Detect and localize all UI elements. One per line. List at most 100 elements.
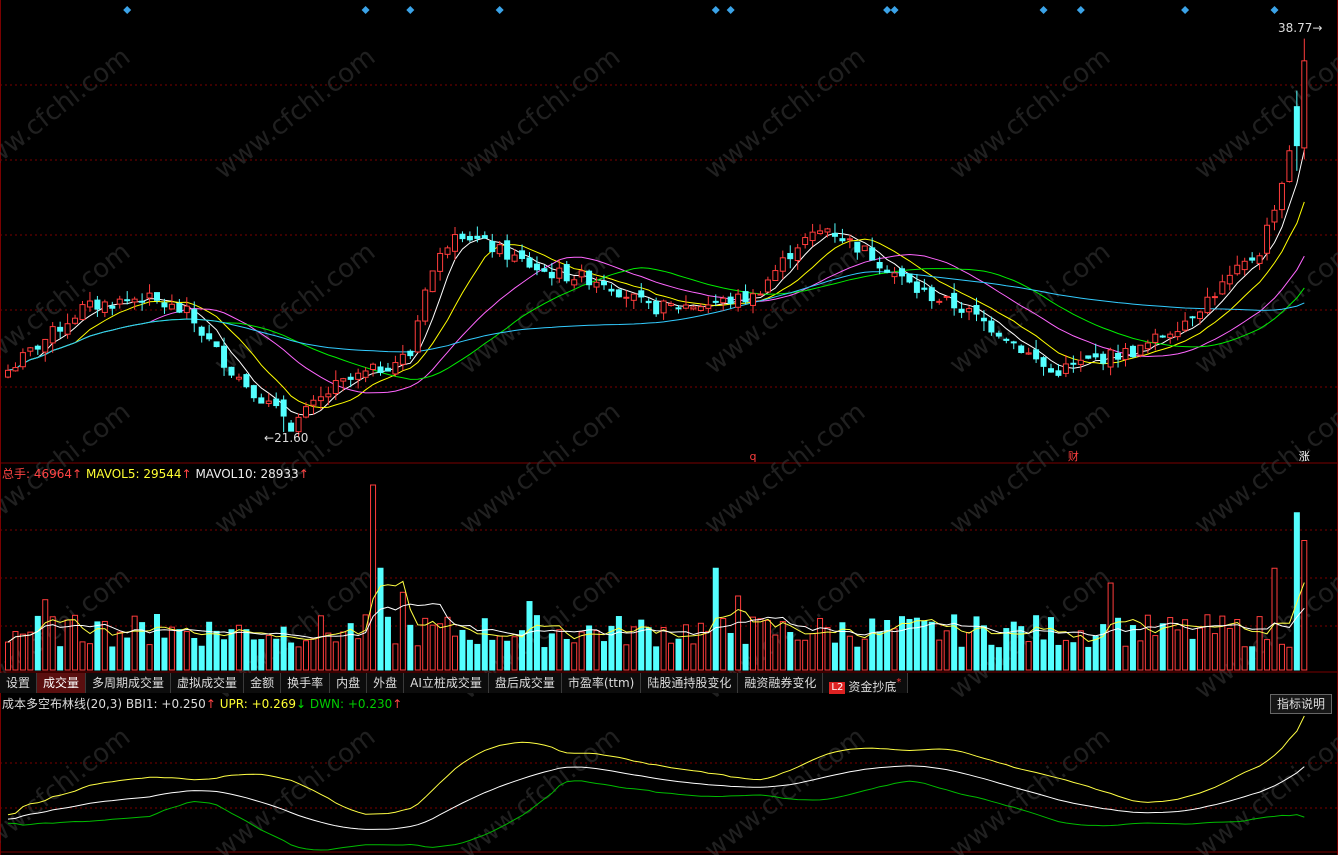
candle-body <box>198 326 205 336</box>
signal-diamond-icon <box>1076 6 1085 14</box>
candle-body <box>563 264 570 282</box>
candle-body <box>355 372 362 380</box>
tab-4[interactable]: 虚拟成交量 <box>171 673 245 693</box>
volume-bar <box>831 642 838 671</box>
volume-bar <box>1100 624 1107 671</box>
volume-bar <box>943 630 950 671</box>
candle-body <box>221 345 228 368</box>
candle-body <box>139 300 146 303</box>
volume-bar <box>1189 638 1196 671</box>
signal-diamond-icon <box>406 6 415 14</box>
candle-body <box>1174 331 1181 338</box>
candle-body <box>876 261 883 269</box>
candle-body <box>1129 345 1136 358</box>
candle-body <box>94 299 101 310</box>
volume-bar <box>772 634 779 671</box>
volume-bar <box>116 631 123 671</box>
volume-bar <box>1040 639 1047 671</box>
tab-6[interactable]: 换手率 <box>281 673 331 693</box>
volume-bar <box>265 634 272 671</box>
tab-7[interactable]: 内盘 <box>330 673 368 693</box>
volume-bar <box>325 632 332 671</box>
volume-bar <box>735 595 742 671</box>
volume-bar <box>995 647 1002 671</box>
tab-8[interactable]: 外盘 <box>367 673 405 693</box>
volume-bar <box>690 643 697 671</box>
volume-bar <box>466 639 473 671</box>
candle-body <box>1144 342 1151 350</box>
signal-diamond-icon <box>890 6 899 14</box>
candle-body <box>1152 333 1159 343</box>
tab-13[interactable]: 融资融券变化 <box>738 673 824 693</box>
volume-bar <box>817 617 824 671</box>
volume-bar <box>437 623 444 671</box>
candle-body <box>1003 338 1010 341</box>
tab-9[interactable]: AI立桩成交量 <box>404 673 489 693</box>
volume-bar <box>399 591 406 671</box>
volume-bar <box>1249 646 1256 671</box>
candle-body <box>757 293 764 296</box>
candle-body <box>414 320 421 353</box>
tab-14[interactable]: L2 资金抄底* <box>823 673 909 694</box>
volume-bar <box>876 631 883 671</box>
volume-bar <box>608 625 615 671</box>
tab-5[interactable]: 金额 <box>244 673 282 693</box>
indicator-legend: 成本多空布林线(20,3) BBI1: +0.250↑ UPR: +0.269↓… <box>2 697 403 711</box>
candle-body <box>928 287 935 302</box>
volume-bar <box>1159 623 1166 671</box>
bbi-line <box>7 765 1305 830</box>
tab-12[interactable]: 陆股通持股变化 <box>641 673 739 693</box>
candle-body <box>466 235 473 241</box>
candle-body <box>802 237 809 246</box>
volume-bar <box>221 639 228 671</box>
volume-bar <box>653 646 660 671</box>
candle-body <box>489 240 496 253</box>
candle-body <box>1264 224 1271 254</box>
candle-body <box>79 304 86 321</box>
tab-3[interactable]: 多周期成交量 <box>86 673 172 693</box>
watermark-text: www.cfchi.com <box>944 397 1116 541</box>
volume-bar <box>1204 614 1211 671</box>
tab-1[interactable]: 设置 <box>0 673 38 693</box>
candle-body <box>303 406 309 418</box>
tab-11[interactable]: 市盈率(ttm) <box>562 673 642 693</box>
candle-body <box>1219 281 1226 295</box>
volume-bar <box>154 614 160 671</box>
candle-body <box>437 252 444 272</box>
volume-bar <box>913 617 920 671</box>
upr-line <box>7 715 1305 816</box>
candle-body <box>1062 363 1069 374</box>
volume-bar <box>5 641 11 671</box>
volume-bar <box>1174 629 1181 671</box>
tab-label: 资金抄底 <box>848 680 897 694</box>
volume-bar <box>481 618 488 671</box>
volume-bar <box>623 644 630 671</box>
candle-body <box>325 393 332 398</box>
candle-body <box>891 272 898 278</box>
candle-body <box>1085 355 1092 359</box>
candle-body <box>809 231 816 242</box>
chart-canvas[interactable]: www.cfchi.com www.cfchi.com www.cfchi.com w… <box>0 0 1338 855</box>
watermark-layer: www.cfchi.com www.cfchi.com www.cfchi.com w… <box>0 42 1338 855</box>
volume-bar <box>936 639 943 671</box>
candle-body <box>258 397 265 404</box>
tab-10[interactable]: 盘后成交量 <box>489 673 562 693</box>
candle-body <box>116 298 123 305</box>
volume-bar <box>183 631 190 671</box>
volume-bar <box>854 646 861 671</box>
volume-bar <box>1062 639 1069 671</box>
tab-2[interactable]: 成交量 <box>37 673 87 693</box>
candle-body <box>1092 353 1099 358</box>
indicator-help-button[interactable]: 指标说明 <box>1269 694 1332 714</box>
volume-bar <box>869 618 876 671</box>
candle-body <box>347 376 354 380</box>
candle-body <box>839 238 846 242</box>
candle-body <box>131 298 138 303</box>
candle-body <box>630 293 637 301</box>
candle-body <box>124 299 131 302</box>
candle-body <box>191 309 198 324</box>
volume-bar <box>131 615 138 671</box>
candlestick-series[interactable] <box>5 38 1308 438</box>
signal-diamond-icon <box>1270 6 1279 14</box>
candle-body <box>19 352 26 368</box>
